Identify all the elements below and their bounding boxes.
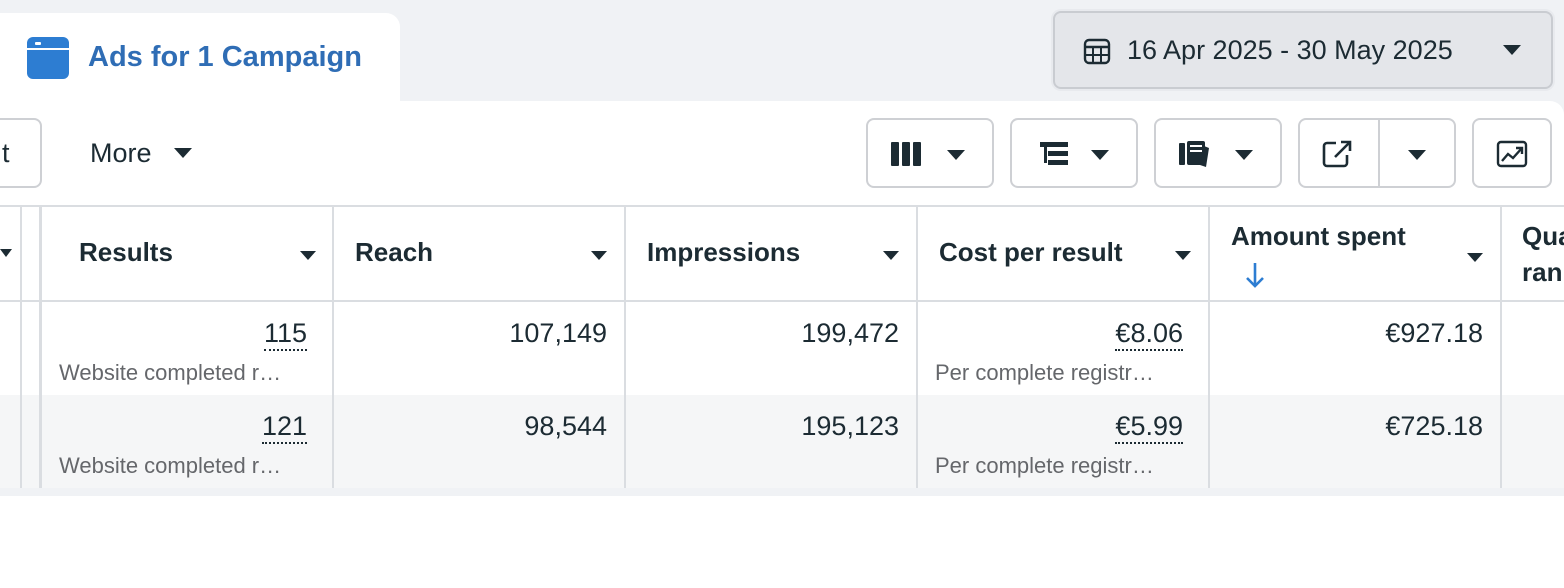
more-label: More <box>90 137 152 168</box>
column-header-label: Results <box>79 237 173 267</box>
column-header-amount-spent[interactable]: Amount spent <box>1210 205 1500 301</box>
chevron-down-icon[interactable] <box>883 251 899 260</box>
chevron-down-icon[interactable] <box>1175 251 1191 260</box>
row-background <box>0 496 1564 588</box>
results-type: Website completed r… <box>59 360 282 385</box>
chevron-down-icon <box>1091 150 1109 160</box>
columns-button[interactable] <box>866 118 994 188</box>
sort-descending-arrow-icon <box>1246 263 1264 288</box>
column-header-label: Qua <box>1522 221 1564 251</box>
column-header-quality-ranking[interactable]: Qua ran <box>1502 205 1564 301</box>
chevron-down-icon[interactable] <box>0 249 12 257</box>
amount-spent-value: €725.18 <box>1385 411 1483 441</box>
tab-label: Ads for 1 Campaign <box>88 41 362 73</box>
chevron-down-icon[interactable] <box>300 251 316 260</box>
impressions-value: 195,123 <box>801 411 899 441</box>
chevron-down-icon <box>173 148 192 158</box>
export-icon <box>1322 140 1352 168</box>
chevron-down-icon <box>947 150 965 160</box>
results-value[interactable]: 115 <box>263 318 307 351</box>
results-type: Website completed r… <box>59 453 282 478</box>
cost-per-result-value[interactable]: €5.99 <box>1115 411 1183 444</box>
table-row[interactable]: 115 Website completed r… 107,149 199,472… <box>0 302 1564 394</box>
reports-icon <box>1179 141 1209 167</box>
split-divider <box>1378 120 1380 186</box>
table-row[interactable]: 121 Website completed r… 98,544 195,123 … <box>0 395 1564 487</box>
reach-value: 107,149 <box>509 318 607 348</box>
column-header-label: Amount spent <box>1231 221 1406 251</box>
chevron-down-icon <box>1503 45 1521 55</box>
reports-button[interactable] <box>1154 118 1282 188</box>
cost-per-result-value[interactable]: €8.06 <box>1115 318 1183 351</box>
calendar-icon <box>1083 38 1111 65</box>
date-range-picker[interactable]: 16 Apr 2025 - 30 May 2025 <box>1053 11 1553 89</box>
breakdown-icon <box>1040 142 1068 165</box>
ads-data-table: Results Reach Impressions Cost per resul… <box>0 205 1564 588</box>
export-options-chevron-icon[interactable] <box>1408 150 1426 160</box>
toolbar-partial-label: t <box>2 138 10 168</box>
chart-icon <box>1496 140 1528 168</box>
ads-table-panel: t More Results Reach Impressions Cost pe… <box>0 101 1564 588</box>
column-header-cost-per-result[interactable]: Cost per result <box>918 205 1208 301</box>
columns-icon <box>891 142 921 166</box>
results-value[interactable]: 121 <box>261 411 307 444</box>
chart-button[interactable] <box>1472 118 1552 188</box>
column-header-reach[interactable]: Reach <box>334 205 624 301</box>
campaign-tab[interactable]: Ads for 1 Campaign <box>0 13 400 113</box>
column-header-label: Impressions <box>647 237 801 267</box>
column-header-label: Cost per result <box>939 237 1123 267</box>
column-header-label: Reach <box>355 237 434 267</box>
cost-per-result-type: Per complete registr… <box>935 453 1154 478</box>
export-split-button[interactable] <box>1298 118 1456 188</box>
date-range-label: 16 Apr 2025 - 30 May 2025 <box>1127 35 1453 65</box>
cost-per-result-type: Per complete registr… <box>935 360 1154 385</box>
column-header-impressions[interactable]: Impressions <box>626 205 916 301</box>
chevron-down-icon[interactable] <box>1467 253 1483 262</box>
impressions-value: 199,472 <box>801 318 899 348</box>
column-header-results[interactable]: Results <box>42 205 332 301</box>
toolbar-partial-button[interactable]: t <box>0 118 42 188</box>
chevron-down-icon <box>1235 150 1253 160</box>
chevron-down-icon[interactable] <box>591 251 607 260</box>
breakdown-button[interactable] <box>1010 118 1138 188</box>
more-button[interactable]: More <box>74 118 208 188</box>
column-header-label: ran <box>1522 257 1563 287</box>
ads-window-icon <box>27 37 69 79</box>
reach-value: 98,544 <box>524 411 607 441</box>
amount-spent-value: €927.18 <box>1385 318 1483 348</box>
